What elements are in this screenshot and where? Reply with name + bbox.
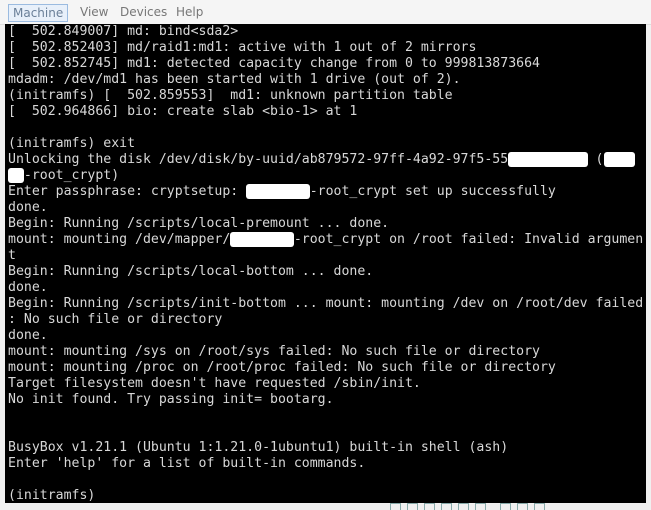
menu-view[interactable]: View (76, 4, 112, 20)
vm-console[interactable]: [ 502.849007] md: bind<sda2>[ 502.852403… (5, 24, 646, 504)
redaction-mark: xxxxxxxx (230, 232, 294, 247)
console-line: [ 502.849007] md: bind<sda2> (8, 24, 238, 40)
console-text: mdadm: /dev/md1 has been started with 1 … (8, 72, 461, 87)
console-text: Target filesystem doesn't have requested… (8, 376, 421, 391)
console-text: Begin: Running /scripts/local-premount .… (8, 216, 390, 231)
console-text: -root_crypt set up successfully (309, 184, 556, 199)
console-text: t (8, 248, 16, 263)
console-line: done. (8, 280, 48, 296)
menu-bar: Machine View Devices Help (0, 0, 651, 25)
console-line: done. (8, 200, 48, 216)
console-line: xx-root_crypt) (8, 168, 119, 184)
console-line: Target filesystem doesn't have requested… (8, 376, 421, 392)
console-line: Unlocking the disk /dev/disk/by-uuid/ab8… (8, 152, 636, 168)
console-text: mount: mounting /proc on /root/proc fail… (8, 360, 556, 375)
console-text: done. (8, 280, 48, 295)
console-text: [ 502.964866] bio: create slab <bio-1> a… (8, 104, 358, 119)
console-line: mount: mounting /sys on /root/sys failed… (8, 344, 540, 360)
console-text: done. (8, 328, 48, 343)
redaction-mark: xxxxxxxx (246, 184, 310, 199)
console-line: t (8, 248, 16, 264)
console-text: -root_crypt) (23, 168, 120, 183)
console-text: (initramfs) (8, 488, 96, 503)
console-line: done. (8, 328, 48, 344)
console-text: Enter 'help' for a list of built-in comm… (8, 456, 366, 471)
console-line: Begin: Running /scripts/local-premount .… (8, 216, 389, 232)
console-text: ( (587, 152, 604, 167)
console-line: BusyBox v1.21.1 (Ubuntu 1:1.21.0-1ubuntu… (8, 440, 508, 456)
console-line: [ 502.964866] bio: create slab <bio-1> a… (8, 104, 357, 120)
redaction-mark: xxxx (603, 152, 636, 167)
menu-devices[interactable]: Devices (116, 4, 171, 20)
console-line: (initramfs) [ 502.859553] md1: unknown p… (8, 88, 453, 104)
console-line: Enter 'help' for a list of built-in comm… (8, 456, 365, 472)
console-line: Begin: Running /scripts/local-bottom ...… (8, 264, 373, 280)
console-line: mount: mounting /proc on /root/proc fail… (8, 360, 556, 376)
console-text: BusyBox v1.21.1 (Ubuntu 1:1.21.0-1ubuntu… (8, 440, 509, 455)
console-text: No init found. Try passing init= bootarg… (8, 392, 334, 407)
menu-machine[interactable]: Machine (8, 4, 69, 22)
console-line: : No such file or directory (8, 312, 222, 328)
console-line: No init found. Try passing init= bootarg… (8, 392, 334, 408)
console-line: Begin: Running /scripts/init-bottom ... … (8, 296, 643, 312)
console-line: mount: mounting /dev/mapper/xxxxxxxx-roo… (8, 232, 643, 248)
console-text: Begin: Running /scripts/local-bottom ...… (8, 264, 374, 279)
console-text: [ 502.849007] md: bind<sda2> (8, 24, 239, 39)
console-text: Unlocking the disk /dev/disk/by-uuid/ab8… (8, 152, 509, 167)
redaction-mark: xxxxxxxxxx (508, 152, 588, 167)
console-line: (initramfs) (8, 488, 95, 504)
console-text: Begin: Running /scripts/init-bottom ... … (8, 296, 644, 311)
console-text: [ 502.852745] md1: detected capacity cha… (8, 56, 540, 71)
console-text: Enter passphrase: cryptsetup: (8, 184, 247, 199)
console-text: (initramfs) exit (8, 136, 136, 151)
menu-help[interactable]: Help (172, 4, 207, 20)
console-text: [ 502.852403] md/raid1:md1: active with … (8, 40, 477, 55)
console-line: [ 502.852745] md1: detected capacity cha… (8, 56, 540, 72)
console-text: done. (8, 200, 48, 215)
console-line: [ 502.852403] md/raid1:md1: active with … (8, 40, 476, 56)
console-text: mount: mounting /dev/mapper/ (8, 232, 231, 247)
console-text: (initramfs) [ 502.859553] md1: unknown p… (8, 88, 453, 103)
console-text: : No such file or directory (8, 312, 223, 327)
redaction-mark: xx (8, 168, 24, 183)
console-text: mount: mounting /sys on /root/sys failed… (8, 344, 540, 359)
console-text: -root_crypt on /root failed: Invalid arg… (293, 232, 644, 247)
status-bar (0, 503, 651, 509)
console-line: (initramfs) exit (8, 136, 135, 152)
console-line: Enter passphrase: cryptsetup: xxxxxxxx-r… (8, 184, 556, 200)
console-line: mdadm: /dev/md1 has been started with 1 … (8, 72, 461, 88)
